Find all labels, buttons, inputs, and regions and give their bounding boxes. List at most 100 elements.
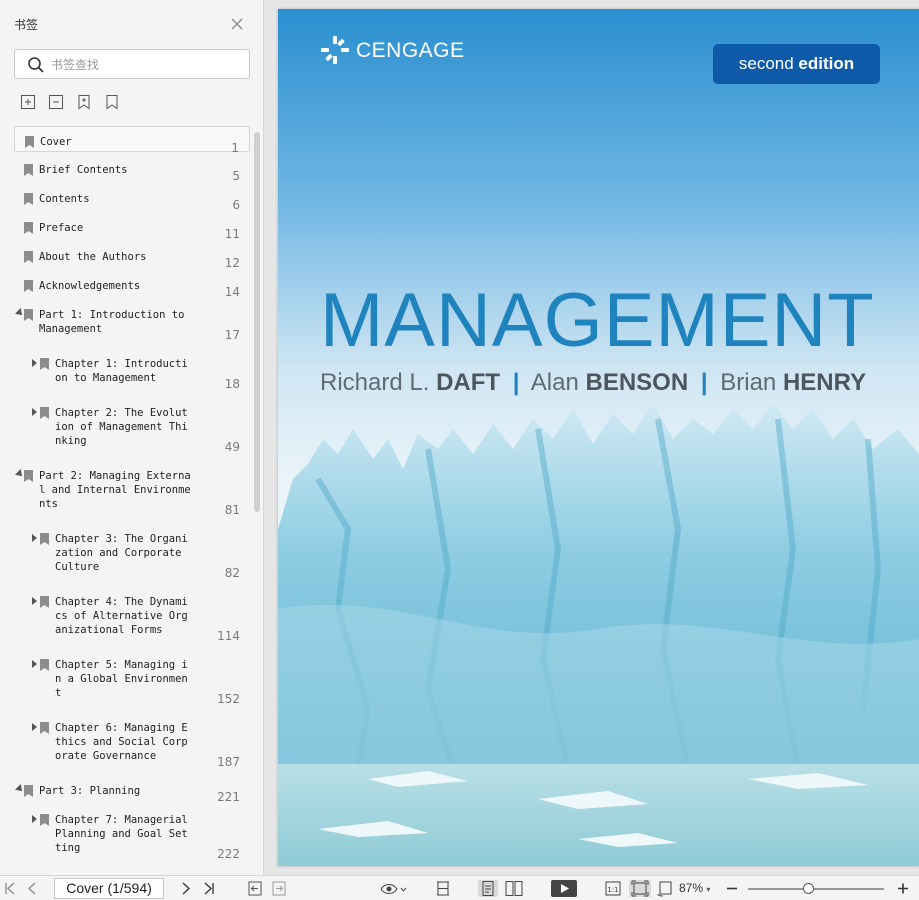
expand-arrow-icon[interactable]	[32, 408, 37, 416]
bookmark-search-input[interactable]	[51, 55, 241, 75]
back-view-icon[interactable]	[248, 880, 262, 897]
pdf-reader-app: 书签 书签查找 Cover 1 Brief Contents 5 Content…	[0, 0, 919, 900]
bookmark-item[interactable]: Preface 11	[14, 213, 250, 241]
actual-size-icon[interactable]: 1:1	[605, 880, 621, 897]
bookmark-page-number: 11	[224, 227, 240, 241]
bookmark-list: Cover 1 Brief Contents 5 Contents 6 Preface 11 A…	[14, 126, 250, 874]
bookmark-flag-icon	[24, 280, 33, 292]
expand-arrow-icon[interactable]	[32, 359, 37, 367]
zoom-out-icon[interactable]	[726, 880, 738, 897]
author-first-name: Alan	[530, 369, 579, 396]
bookmark-flag-icon	[24, 222, 33, 234]
expand-arrow-icon[interactable]	[32, 597, 37, 605]
two-page-view-icon[interactable]	[505, 880, 523, 897]
bookmark-item[interactable]: Chapter 6: Managing E thics and Social C…	[14, 713, 250, 769]
bookmark-page-number: 18	[224, 377, 240, 391]
zoom-value: 87%	[679, 881, 704, 895]
bookmark-page-number: 222	[217, 847, 240, 861]
bookmark-title: Chapter 5: Managing i n a Global Environ…	[55, 659, 188, 699]
bookmark-page-number: 6	[232, 198, 240, 212]
cover-page: CENGAGE second edition MANAGEMENT Richar…	[278, 9, 919, 866]
zoom-in-icon[interactable]	[897, 880, 909, 897]
bookmark-search-box	[14, 49, 250, 79]
page-number-field[interactable]: Cover (1/594)	[54, 878, 164, 899]
bookmark-item[interactable]: Chapter 4: The Dynami cs of Alternative …	[14, 587, 250, 643]
bookmark-item[interactable]: Part 3: Planning 221	[14, 776, 250, 804]
bookmark-item[interactable]: About the Authors 12	[14, 242, 250, 270]
bookmark-flag-icon	[40, 814, 49, 826]
slideshow-play-icon[interactable]	[551, 880, 577, 897]
bookmark-item[interactable]: Cover 1	[14, 126, 250, 155]
bookmark-title: About the Authors	[39, 251, 147, 263]
fit-width-icon[interactable]	[435, 880, 451, 897]
bookmark-flag-icon	[24, 470, 33, 482]
bookmark-title: Acknowledgements	[39, 280, 141, 292]
author-separator: |	[512, 369, 520, 396]
publisher-logo: CENGAGE	[320, 35, 464, 65]
bookmark-title: Part 3: Planning	[39, 785, 141, 797]
bookmark-item[interactable]: Part 2: Managing Externa l and Internal …	[14, 461, 250, 517]
author-last-name: HENRY	[782, 369, 867, 396]
cengage-logo-icon	[321, 36, 349, 64]
bookmark-page-number: 187	[217, 755, 240, 769]
bookmark-title: Chapter 1: Introducti on to Management	[55, 358, 188, 384]
sidebar-scrollbar[interactable]	[254, 132, 260, 512]
author-line: Richard L. DAFT | Alan BENSON | Brian HE…	[320, 369, 866, 397]
single-page-view-icon[interactable]	[478, 880, 498, 897]
previous-page-icon[interactable]	[26, 880, 38, 897]
bookmark-item[interactable]: Contents 6	[14, 184, 250, 212]
bookmark-flag-icon	[40, 533, 49, 545]
bookmark-title: Part 2: Managing Externa l and Internal …	[39, 470, 191, 510]
fit-page-icon[interactable]	[629, 880, 651, 897]
bookmark-item[interactable]: Part 1: Introduction to Management 17	[14, 300, 250, 342]
next-page-icon[interactable]	[180, 880, 192, 897]
zoom-level[interactable]: 87% ▾	[679, 881, 710, 895]
bookmark-item[interactable]: Chapter 2: The Evolut ion of Management …	[14, 398, 250, 454]
bookmark-title: Chapter 4: The Dynami cs of Alternative …	[55, 596, 188, 636]
last-page-icon[interactable]	[203, 880, 215, 897]
bookmark-item[interactable]: Chapter 1: Introducti on to Management 18	[14, 349, 250, 391]
bookmark-title: Chapter 3: The Organi zation and Corpora…	[55, 533, 188, 573]
expand-arrow-icon[interactable]	[32, 723, 37, 731]
close-icon[interactable]	[230, 17, 244, 31]
bookmark-title: Brief Contents	[39, 164, 128, 176]
bookmark-icon[interactable]	[104, 94, 120, 110]
forward-view-icon[interactable]	[272, 880, 286, 897]
bookmark-flag-icon	[24, 164, 33, 176]
bookmark-flag-icon	[40, 659, 49, 671]
expand-arrow-icon[interactable]	[32, 660, 37, 668]
read-mode-eye-icon[interactable]	[379, 880, 407, 897]
svg-text:1:1: 1:1	[607, 886, 618, 894]
zoom-dropdown-icon: ▾	[706, 885, 711, 894]
author-last-name: BENSON	[585, 369, 689, 396]
bookmark-sidebar: 书签 书签查找 Cover 1 Brief Contents 5 Content…	[0, 0, 264, 875]
bookmark-page-number: 81	[224, 503, 240, 517]
expand-all-icon[interactable]	[20, 94, 36, 110]
bookmark-item[interactable]: Chapter 7: Managerial Planning and Goal …	[14, 805, 250, 861]
bookmark-item[interactable]: Acknowledgements 14	[14, 271, 250, 299]
expand-arrow-icon[interactable]	[32, 815, 37, 823]
rotate-page-icon[interactable]	[657, 880, 675, 897]
bookmark-flag-icon	[25, 136, 34, 148]
bookmark-flag-icon	[40, 596, 49, 608]
document-area: CENGAGE second edition MANAGEMENT Richar…	[264, 0, 919, 875]
bookmark-title: Part 1: Introduction to Management	[39, 309, 185, 335]
zoom-slider-track[interactable]	[748, 888, 884, 890]
bookmark-page-number: 5	[232, 169, 240, 183]
sidebar-title: 书签	[14, 18, 39, 32]
bookmark-page-number: 82	[224, 566, 240, 580]
bookmark-title: Preface	[39, 222, 84, 234]
edition-word: edition	[798, 54, 855, 73]
bookmark-page-number: 221	[217, 790, 240, 804]
bookmark-item[interactable]: Chapter 5: Managing i n a Global Environ…	[14, 650, 250, 706]
expand-arrow-icon[interactable]	[32, 534, 37, 542]
bookmark-flag-icon	[40, 358, 49, 370]
collapse-all-icon[interactable]	[48, 94, 64, 110]
bookmark-item[interactable]: Brief Contents 5	[14, 155, 250, 183]
zoom-slider-handle[interactable]	[803, 883, 815, 894]
first-page-icon[interactable]	[4, 880, 16, 897]
add-bookmark-icon[interactable]	[76, 94, 92, 110]
status-bar: Cover (1/594) 1:1 87% ▾	[0, 875, 919, 900]
bookmark-title: Chapter 6: Managing E thics and Social C…	[55, 722, 188, 762]
bookmark-item[interactable]: Chapter 3: The Organi zation and Corpora…	[14, 524, 250, 580]
